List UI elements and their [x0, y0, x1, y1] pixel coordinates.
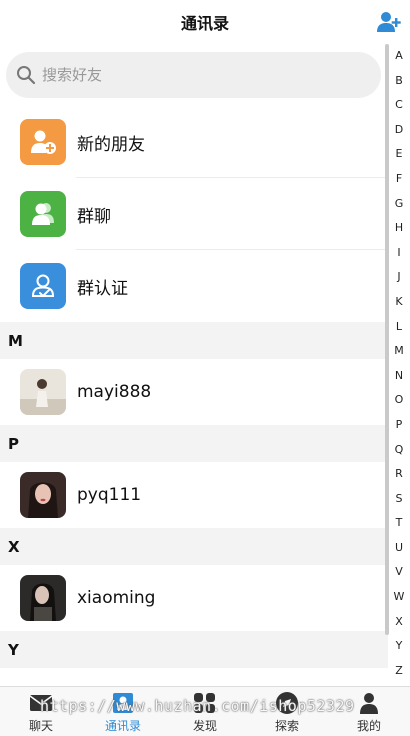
- contact-item[interactable]: pyq111: [0, 462, 388, 528]
- tab-profile[interactable]: 我的: [328, 687, 410, 736]
- alphabet-index[interactable]: ABCDEFGHIJKLMNOPQRSTUVWXYZ: [388, 44, 410, 683]
- index-letter-q[interactable]: Q: [388, 438, 410, 463]
- tab-chat[interactable]: 聊天: [0, 687, 82, 736]
- chat-icon: [29, 691, 53, 715]
- index-letter-n[interactable]: N: [388, 364, 410, 389]
- index-letter-c[interactable]: C: [388, 93, 410, 118]
- group-verify-label: 群认证: [77, 278, 128, 299]
- index-letter-b[interactable]: B: [388, 69, 410, 94]
- index-letter-z[interactable]: Z: [388, 659, 410, 684]
- index-letter-k[interactable]: K: [388, 290, 410, 315]
- section-header-m: M: [0, 322, 388, 359]
- contact-name: mayi888: [77, 382, 152, 402]
- tab-label: 探索: [274, 719, 299, 733]
- section-header-p: P: [0, 425, 388, 462]
- index-letter-x[interactable]: X: [388, 610, 410, 635]
- page-title: 通讯录: [180, 14, 229, 33]
- search-icon: [17, 66, 36, 85]
- avatar: [20, 369, 66, 415]
- index-letter-l[interactable]: L: [388, 315, 410, 340]
- index-letter-e[interactable]: E: [388, 142, 410, 167]
- section-header-y: Y: [0, 631, 388, 668]
- new-friends-label: 新的朋友: [77, 134, 145, 155]
- search-input[interactable]: [42, 66, 342, 84]
- index-letter-g[interactable]: G: [388, 192, 410, 217]
- new-friend-icon: [20, 119, 66, 165]
- index-letter-t[interactable]: T: [388, 511, 410, 536]
- tab-label: 我的: [356, 719, 381, 733]
- index-letter-f[interactable]: F: [388, 167, 410, 192]
- group-chat-icon: [20, 191, 66, 237]
- index-letter-i[interactable]: I: [388, 241, 410, 266]
- contact-item[interactable]: mayi888: [0, 359, 388, 425]
- tab-discover[interactable]: 发现: [164, 687, 246, 736]
- index-letter-d[interactable]: D: [388, 118, 410, 143]
- index-letter-o[interactable]: O: [388, 388, 410, 413]
- group-verify-icon: [20, 263, 66, 309]
- contact-name: pyq111: [77, 485, 142, 505]
- group-verify-item[interactable]: 群认证: [0, 250, 388, 322]
- index-letter-a[interactable]: A: [388, 44, 410, 69]
- contacts-screen: 通讯录 新的朋友: [0, 0, 410, 736]
- tab-bar: 聊天 通讯录 发现 探索 我的: [0, 686, 410, 736]
- tab-label: 通讯录: [104, 719, 141, 733]
- index-letter-h[interactable]: H: [388, 216, 410, 241]
- contacts-icon: [111, 691, 135, 715]
- tab-contacts[interactable]: 通讯录: [82, 687, 164, 736]
- explore-icon: [275, 691, 299, 715]
- index-letter-j[interactable]: J: [388, 265, 410, 290]
- index-letter-r[interactable]: R: [388, 462, 410, 487]
- contact-name: xiaoming: [77, 588, 156, 608]
- index-letter-w[interactable]: W: [388, 585, 410, 610]
- new-friends-item[interactable]: 新的朋友: [0, 106, 388, 178]
- tab-label: 聊天: [28, 719, 53, 733]
- search-bar[interactable]: [6, 52, 381, 98]
- avatar: [20, 472, 66, 518]
- index-letter-y[interactable]: Y: [388, 634, 410, 659]
- add-friend-icon[interactable]: [376, 10, 402, 34]
- tab-explore[interactable]: 探索: [246, 687, 328, 736]
- section-header-x: X: [0, 528, 388, 565]
- index-letter-u[interactable]: U: [388, 536, 410, 561]
- index-letter-v[interactable]: V: [388, 560, 410, 585]
- contact-list: 新的朋友 群聊 群认证 M mayi888 P pyq111 X xiaomin…: [0, 106, 388, 668]
- index-letter-s[interactable]: S: [388, 487, 410, 512]
- avatar: [20, 575, 66, 621]
- header: 通讯录: [0, 0, 410, 44]
- index-letter-m[interactable]: M: [388, 339, 410, 364]
- profile-icon: [357, 691, 381, 715]
- group-chat-label: 群聊: [77, 206, 111, 227]
- group-chat-item[interactable]: 群聊: [0, 178, 388, 250]
- index-letter-p[interactable]: P: [388, 413, 410, 438]
- tab-label: 发现: [192, 719, 217, 733]
- discover-icon: [193, 691, 217, 715]
- contact-item[interactable]: xiaoming: [0, 565, 388, 631]
